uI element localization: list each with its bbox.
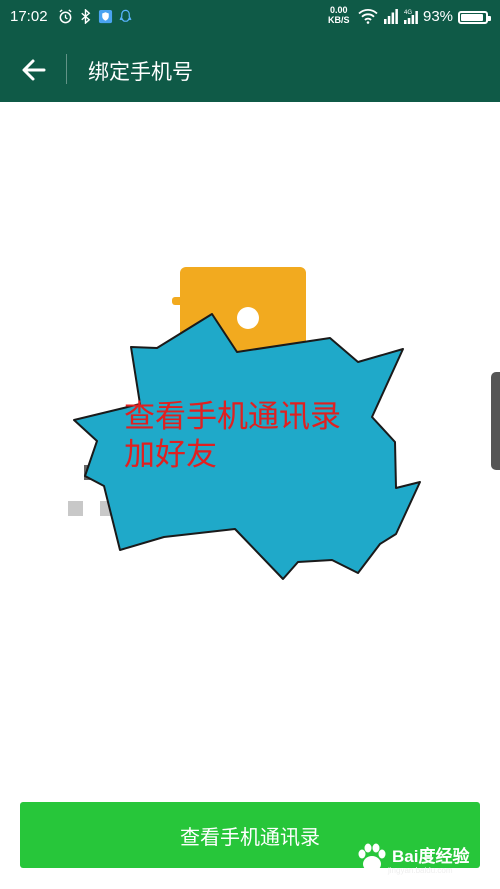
bluetooth-icon bbox=[81, 9, 91, 24]
qq-icon bbox=[119, 9, 132, 22]
burst-caption: 查看手机通讯录 加好友 bbox=[124, 398, 394, 474]
net-speed-unit: KB/S bbox=[328, 15, 350, 25]
svg-text:4G: 4G bbox=[404, 10, 412, 16]
shield-icon bbox=[98, 9, 113, 24]
back-button[interactable] bbox=[14, 50, 54, 90]
illustration: 查看手机通讯录 加好友 bbox=[0, 102, 500, 792]
net-speed-value: 0.00 bbox=[329, 5, 348, 15]
status-icons-right: 4G bbox=[358, 8, 420, 24]
baidu-watermark: Bai度经验 jingyan.baidu.com bbox=[352, 838, 487, 886]
battery-percent: 93% bbox=[423, 8, 454, 25]
view-contacts-button-label: 查看手机通讯录 bbox=[180, 824, 320, 849]
signal-4g-icon: 4G bbox=[404, 10, 418, 24]
watermark-brand: Bai度经验 bbox=[392, 847, 470, 866]
paw-icon bbox=[358, 843, 386, 872]
page-title: 绑定手机号 bbox=[88, 60, 193, 84]
alarm-icon bbox=[59, 9, 72, 24]
watermark-url: jingyan.baidu.com bbox=[388, 866, 453, 875]
signal-icon bbox=[384, 9, 398, 24]
app-header: 绑定手机号 bbox=[0, 36, 500, 102]
net-speed: 0.00 KB/S bbox=[328, 5, 350, 25]
burst-line-1: 查看手机通讯录 bbox=[124, 399, 341, 435]
status-bar: 17:02 0.00 KB/S 4G 93% bbox=[0, 0, 500, 36]
wifi-icon bbox=[358, 9, 378, 24]
burst-line-2: 加好友 bbox=[124, 437, 217, 473]
status-icons-left bbox=[58, 9, 133, 24]
arrow-left-icon bbox=[22, 59, 46, 81]
battery-icon bbox=[458, 11, 491, 24]
status-time: 17:02 bbox=[10, 8, 48, 25]
battery-fill bbox=[461, 14, 484, 21]
header-divider bbox=[66, 54, 67, 84]
